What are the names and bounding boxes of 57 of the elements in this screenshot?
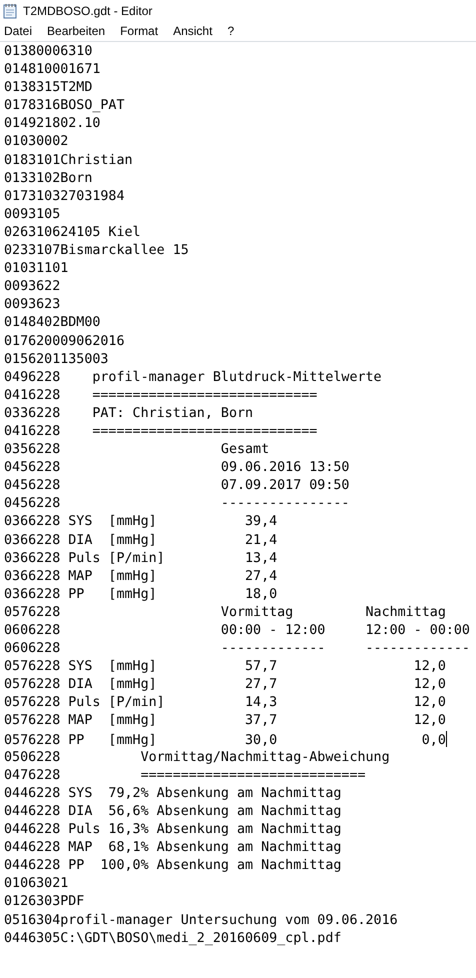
text-line: 0576228 Vormittag Nachmittag	[4, 604, 446, 620]
text-line: 017620009062016	[4, 334, 125, 348]
text-line: 0148402BDM00	[4, 315, 100, 330]
text-line: 0366228 PP [mmHg] 18,0	[4, 586, 278, 602]
text-line: 0233107Bismarckallee 15	[4, 243, 189, 258]
text-line: 0456228 09.06.2016 13:50	[4, 460, 350, 476]
text-line: 0093622	[4, 279, 60, 294]
text-line: 01380006310	[4, 44, 92, 59]
text-line: 014810001671	[4, 62, 100, 78]
window-title: T2MDBOSO.gdt - Editor	[23, 4, 152, 18]
text-line: 0506228 Vormittag/Nachmittag-Abweichung	[4, 750, 390, 765]
notepad-icon	[3, 2, 17, 18]
text-line: 0576228 PP [mmHg] 30,0 0,0	[4, 732, 446, 748]
text-line: 0576228 Puls [P/min] 14,3 12,0	[4, 695, 446, 710]
text-line: 0133102Born	[4, 170, 92, 186]
text-line: 0093623	[4, 297, 60, 312]
menu-item[interactable]: Datei	[0, 24, 38, 38]
text-line: 01031101	[4, 261, 68, 276]
text-line: 0516304profil-manager Untersuchung vom 09.06.2016	[4, 912, 398, 928]
menu-item[interactable]: Format	[116, 24, 164, 38]
text-line: 0456228 07.09.2017 09:50	[4, 478, 350, 494]
text-line: 0416228 ============================	[4, 388, 318, 403]
text-line: 0366228 DIA [mmHg] 21,4	[4, 532, 278, 548]
text-line: 0446228 MAP 68,1% Absenkung am Nachmittag	[4, 840, 342, 856]
text-line: 0183101Christian	[4, 152, 133, 168]
text-line: 0156201135003	[4, 352, 108, 367]
text-line: 0126303PDF	[4, 894, 84, 910]
text-line: 0606228 ------------- -------------	[4, 641, 470, 656]
text-line: 0456228 ----------------	[4, 496, 350, 512]
text-line: 0576228 SYS [mmHg] 57,7 12,0	[4, 659, 446, 674]
text-line: 0446228 PP 100,0% Absenkung am Nachmittag	[4, 858, 342, 874]
text-line: 0446305C:\GDT\BOSO\medi_2_20160609_cpl.pdf	[4, 930, 342, 946]
text-line: 01030002	[4, 134, 68, 150]
text-line: 0178316BOSO_PAT	[4, 98, 125, 114]
menu-item[interactable]: Ansicht	[169, 24, 218, 38]
text-line: 0336228 PAT: Christian, Born	[4, 406, 254, 421]
text-line: 0138315T2MD	[4, 80, 92, 96]
text-line: 014921802.10	[4, 116, 100, 132]
text-line: 0366228 Puls [P/min] 13,4	[4, 550, 278, 566]
text-line: 0416228 ============================	[4, 424, 318, 439]
text-line: 0093105	[4, 206, 60, 222]
text-line: 0476228 ============================	[4, 768, 366, 783]
text-line: 0496228 profil-manager Blutdruck-Mittelwerte	[4, 370, 382, 385]
text-line: 0366228 MAP [mmHg] 27,4	[4, 568, 278, 584]
text-line: 017310327031984	[4, 188, 125, 204]
text-line: 0366228 SYS [mmHg] 39,4	[4, 514, 278, 530]
text-line: 0576228 DIA [mmHg] 27,7 12,0	[4, 677, 446, 692]
text-line: 0576228 MAP [mmHg] 37,7 12,0	[4, 713, 446, 728]
text-line: 01063021	[4, 876, 68, 892]
text-line: 0606228 00:00 - 12:00 12:00 - 00:00	[4, 623, 470, 638]
text-line: 0356228 Gesamt	[4, 442, 270, 458]
menu-item[interactable]: Bearbeiten	[43, 24, 110, 38]
menu-item[interactable]: ?	[223, 24, 240, 38]
text-line: 0446228 SYS 79,2% Absenkung am Nachmittag	[4, 786, 342, 801]
text-line: 0446228 Puls 16,3% Absenkung am Nachmittag	[4, 822, 342, 838]
text-line: 0446228 DIA 56,6% Absenkung am Nachmittag	[4, 804, 342, 819]
text-line: 026310624105 Kiel	[4, 224, 141, 240]
